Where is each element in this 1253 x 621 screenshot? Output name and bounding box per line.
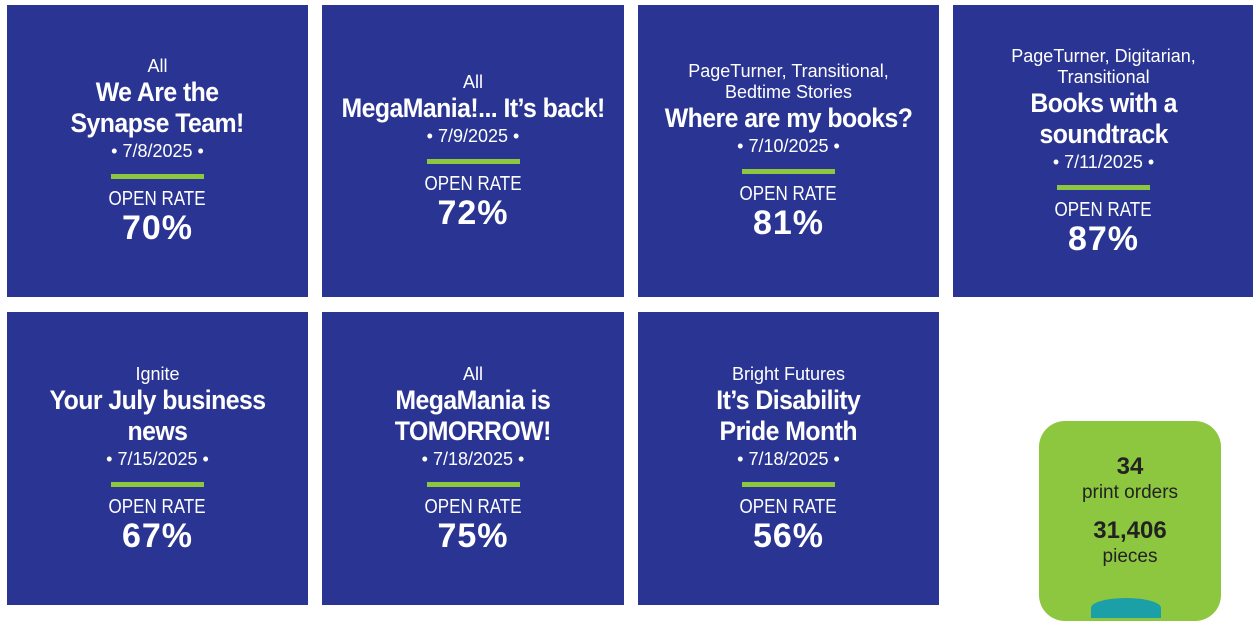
print-pieces-label: pieces bbox=[1102, 546, 1158, 567]
send-date: • 7/11/2025 • bbox=[1052, 151, 1155, 172]
open-rate-value: 75% bbox=[437, 516, 509, 555]
print-stats-card: 34 print orders 31,406 pieces bbox=[1039, 421, 1221, 621]
open-rate-label: OPEN RATE bbox=[740, 183, 837, 205]
audience-label: All bbox=[147, 56, 168, 76]
audience-label: PageTurner, Transitional, Bedtime Storie… bbox=[688, 61, 889, 102]
email-title-line: TOMORROW! bbox=[394, 415, 552, 446]
accent-bar bbox=[426, 481, 520, 487]
audience-label: All bbox=[462, 71, 483, 92]
open-rate-label: OPEN RATE bbox=[109, 188, 206, 210]
email-tile-4: PageTurner, Digitarian, Transitional Boo… bbox=[953, 5, 1253, 297]
email-title-line: MegaMania!... It’s back! bbox=[341, 92, 605, 123]
audience-label: PageTurner, Digitarian, Transitional bbox=[1011, 45, 1196, 87]
open-rate-label: OPEN RATE bbox=[1055, 198, 1152, 221]
accent-bar bbox=[426, 158, 520, 164]
email-title-line: Pride Month bbox=[719, 415, 858, 446]
accent-bar bbox=[742, 481, 835, 487]
email-tile-7: Bright Futures It’s Disability Pride Mon… bbox=[638, 312, 939, 605]
send-date: • 7/15/2025 • bbox=[106, 448, 209, 469]
open-rate-label: OPEN RATE bbox=[740, 495, 837, 518]
email-title: Where are my books? bbox=[661, 103, 916, 134]
print-orders-label: print orders bbox=[1081, 482, 1179, 503]
email-title-line: MegaMania is bbox=[395, 384, 551, 415]
open-rate-value: 72% bbox=[437, 193, 509, 232]
open-rate-label: OPEN RATE bbox=[424, 495, 522, 518]
email-title: MegaMania!... It’s back! bbox=[338, 93, 609, 124]
print-orders-value: 34 bbox=[1116, 453, 1144, 480]
send-date: • 7/9/2025 • bbox=[426, 125, 520, 146]
email-title-line: It’s Disability bbox=[716, 384, 861, 415]
email-title: MegaMania is TOMORROW! bbox=[391, 385, 554, 447]
open-rate-label: OPEN RATE bbox=[424, 172, 522, 195]
send-date: • 7/8/2025 • bbox=[111, 141, 204, 161]
accent-bar bbox=[1057, 184, 1150, 190]
email-title: We Are the Synapse Team! bbox=[67, 77, 248, 139]
email-tile-2: All MegaMania!... It’s back! • 7/9/2025 … bbox=[322, 5, 624, 297]
open-rate-value: 56% bbox=[752, 516, 825, 555]
accent-bar bbox=[111, 174, 204, 179]
open-rate-value: 81% bbox=[752, 204, 825, 242]
email-tile-5: Ignite Your July business news • 7/15/20… bbox=[7, 312, 308, 605]
open-rate-value: 87% bbox=[1067, 219, 1140, 258]
audience-label: All bbox=[462, 363, 483, 384]
email-tile-6: All MegaMania is TOMORROW! • 7/18/2025 •… bbox=[322, 312, 624, 605]
email-tile-1: All We Are the Synapse Team! • 7/8/2025 … bbox=[7, 5, 308, 297]
open-rate-label: OPEN RATE bbox=[109, 495, 206, 518]
teal-decoration bbox=[1091, 598, 1161, 618]
audience-label: Ignite bbox=[135, 363, 180, 384]
print-pieces-value: 31,406 bbox=[1093, 517, 1167, 544]
email-title-line: Your July business news bbox=[49, 384, 267, 446]
send-date: • 7/18/2025 • bbox=[421, 448, 525, 469]
email-title: Your July business news bbox=[19, 385, 296, 447]
open-rate-value: 67% bbox=[121, 516, 194, 555]
email-title: Books with a soundtrack bbox=[1027, 88, 1181, 150]
accent-bar bbox=[111, 481, 204, 487]
email-title: It’s Disability Pride Month bbox=[713, 385, 864, 447]
email-title-line: Synapse Team! bbox=[70, 108, 245, 138]
email-tile-3: PageTurner, Transitional, Bedtime Storie… bbox=[638, 5, 939, 297]
email-title-line: soundtrack bbox=[1039, 118, 1168, 149]
send-date: • 7/10/2025 • bbox=[737, 136, 840, 156]
email-title-line: Books with a bbox=[1030, 87, 1177, 118]
accent-bar bbox=[742, 169, 835, 174]
send-date: • 7/18/2025 • bbox=[737, 448, 840, 469]
email-title-line: Where are my books? bbox=[664, 103, 913, 133]
audience-label: Bright Futures bbox=[731, 363, 846, 384]
open-rate-value: 70% bbox=[121, 209, 194, 247]
email-title-line: We Are the bbox=[96, 77, 219, 107]
